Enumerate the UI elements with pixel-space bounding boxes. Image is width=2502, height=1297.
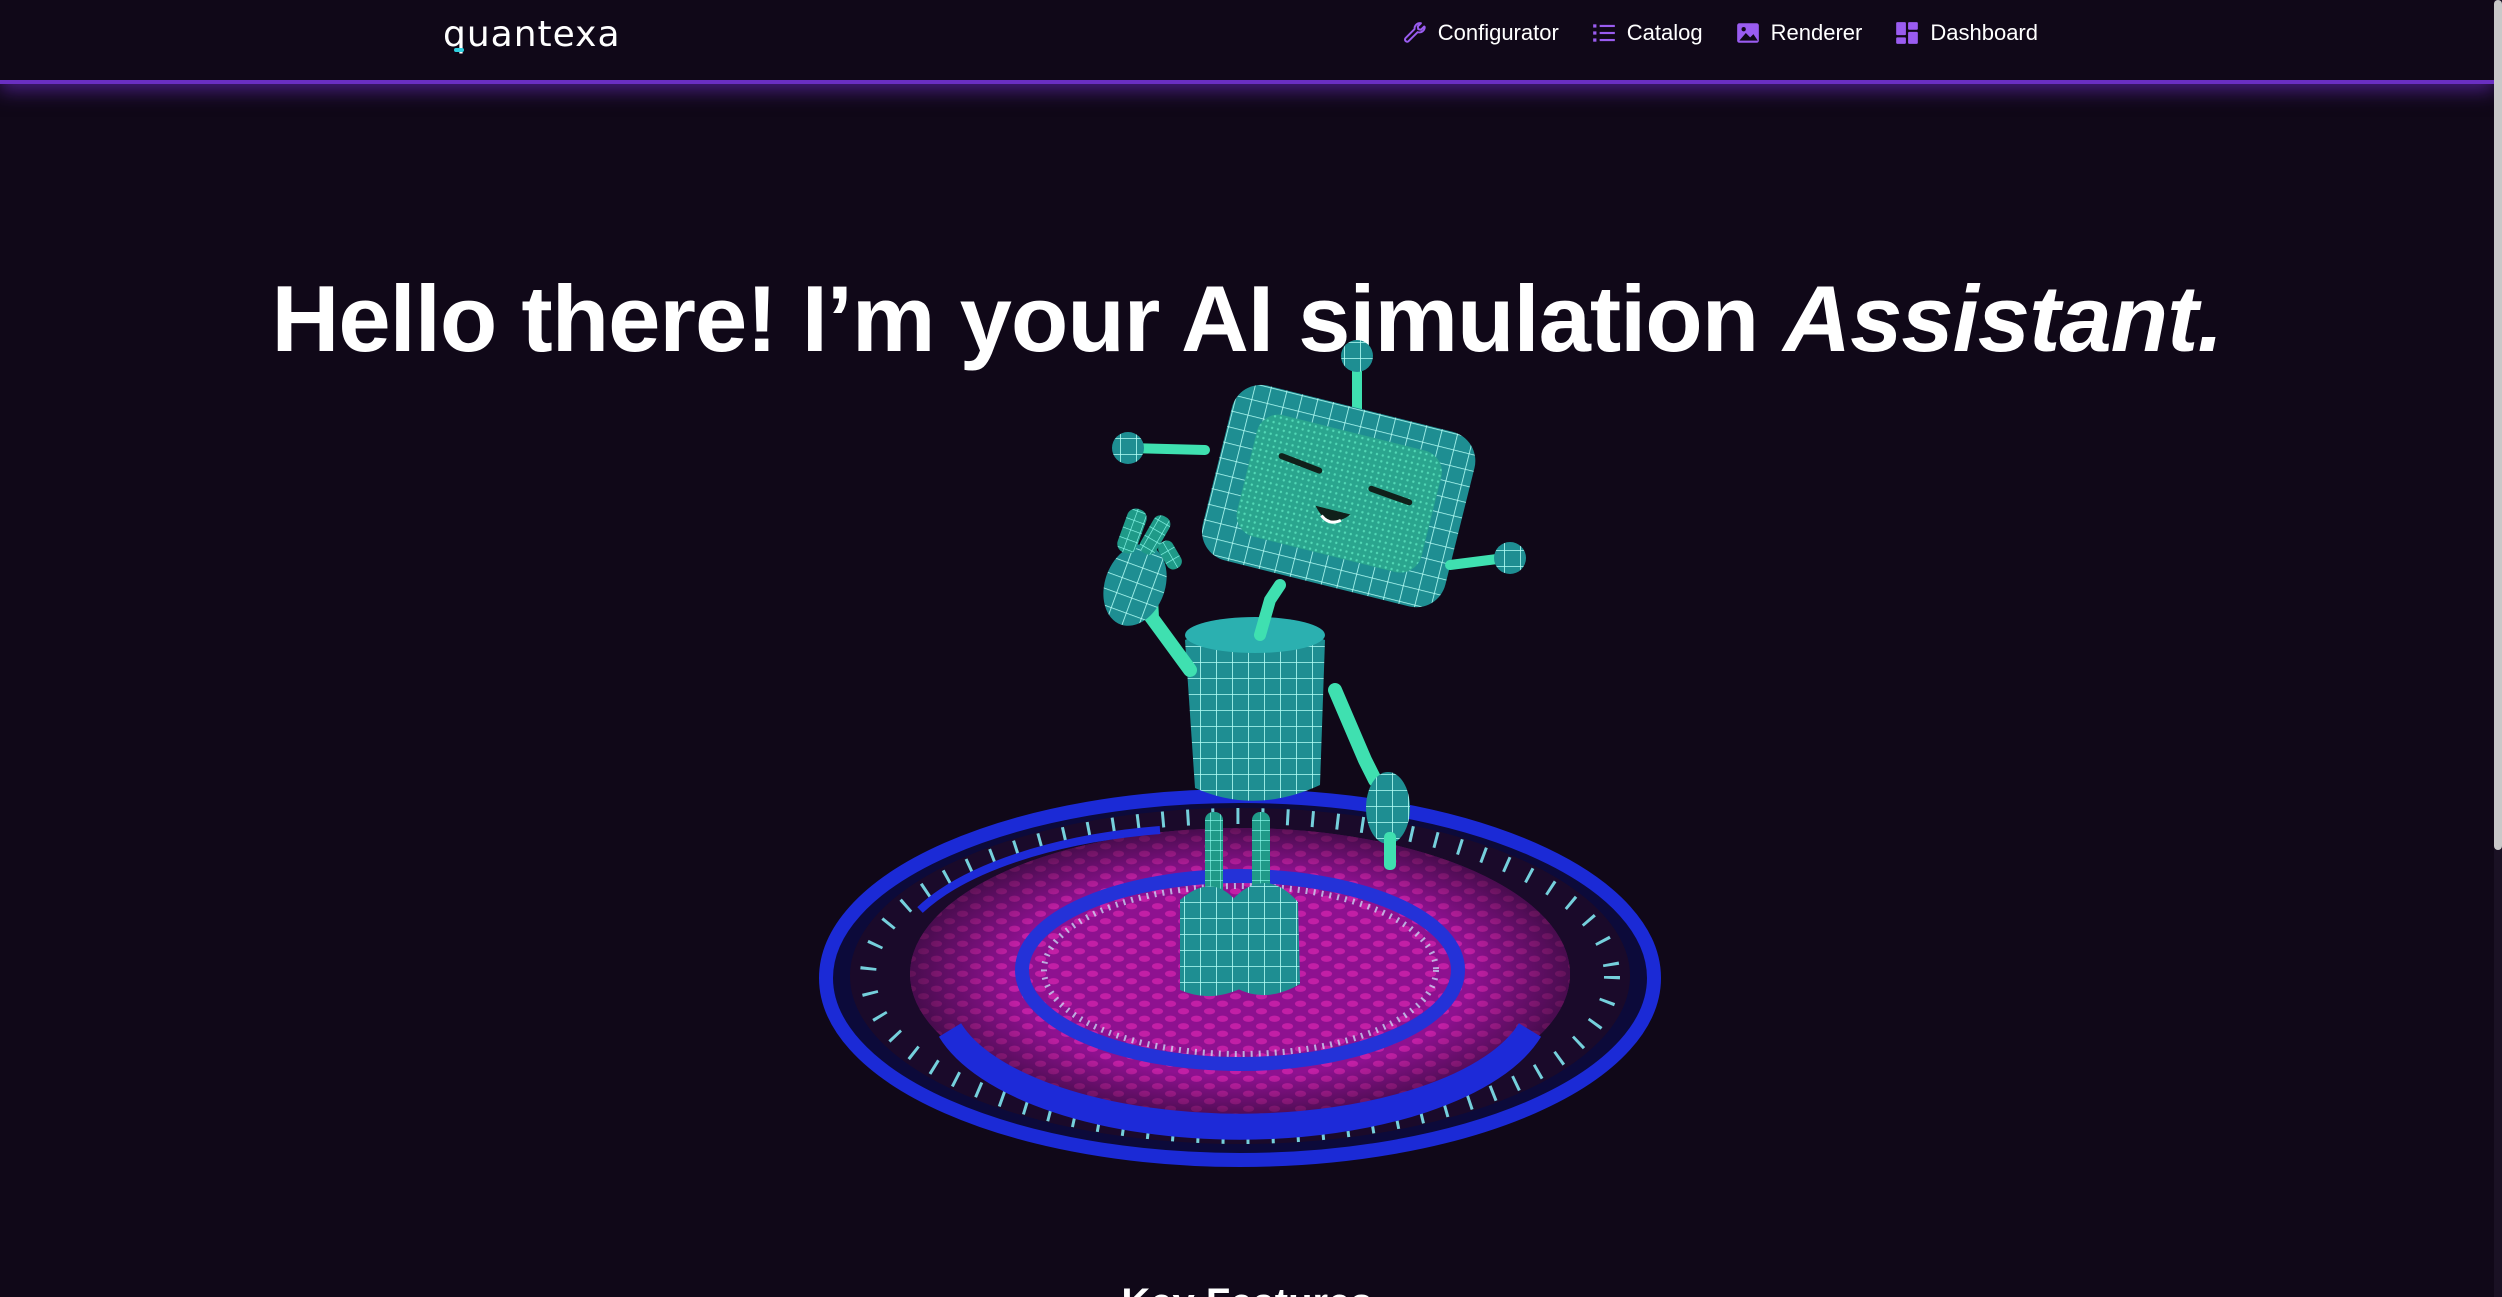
nav-item-label: Renderer: [1770, 20, 1863, 45]
nav-item-configurator[interactable]: Configurator: [1402, 20, 1559, 46]
logo[interactable]: quantexa: [443, 14, 621, 55]
nav-item-label: Configurator: [1437, 20, 1559, 45]
top-navbar: quantexa Configurator Catalog Renderer D…: [0, 0, 2494, 84]
wrench-icon: [1403, 22, 1426, 43]
scrollbar-thumb[interactable]: [2494, 0, 2502, 850]
list-icon: [1592, 24, 1615, 42]
logo-text: quantexa: [443, 14, 621, 55]
key-features-heading: Key Features: [0, 1281, 2494, 1297]
page: quantexa Configurator Catalog Renderer D…: [0, 0, 2502, 1297]
image-icon: [1736, 23, 1759, 43]
nav-item-dashboard[interactable]: Dashboard: [1894, 20, 2038, 46]
hero-title-emphasis: Assistant.: [1783, 265, 2223, 371]
main-nav: Configurator Catalog Renderer Dashboard: [1402, 20, 2038, 46]
nav-item-renderer[interactable]: Renderer: [1735, 20, 1863, 46]
nav-item-label: Dashboard: [1930, 20, 2038, 45]
nav-item-catalog[interactable]: Catalog: [1591, 20, 1703, 46]
nav-item-label: Catalog: [1626, 20, 1703, 45]
robot-illustration: [819, 340, 1661, 1167]
scrollbar-track[interactable]: [2494, 0, 2502, 1297]
logo-accent-mark: [454, 48, 464, 52]
grid-icon: [1896, 22, 1919, 44]
